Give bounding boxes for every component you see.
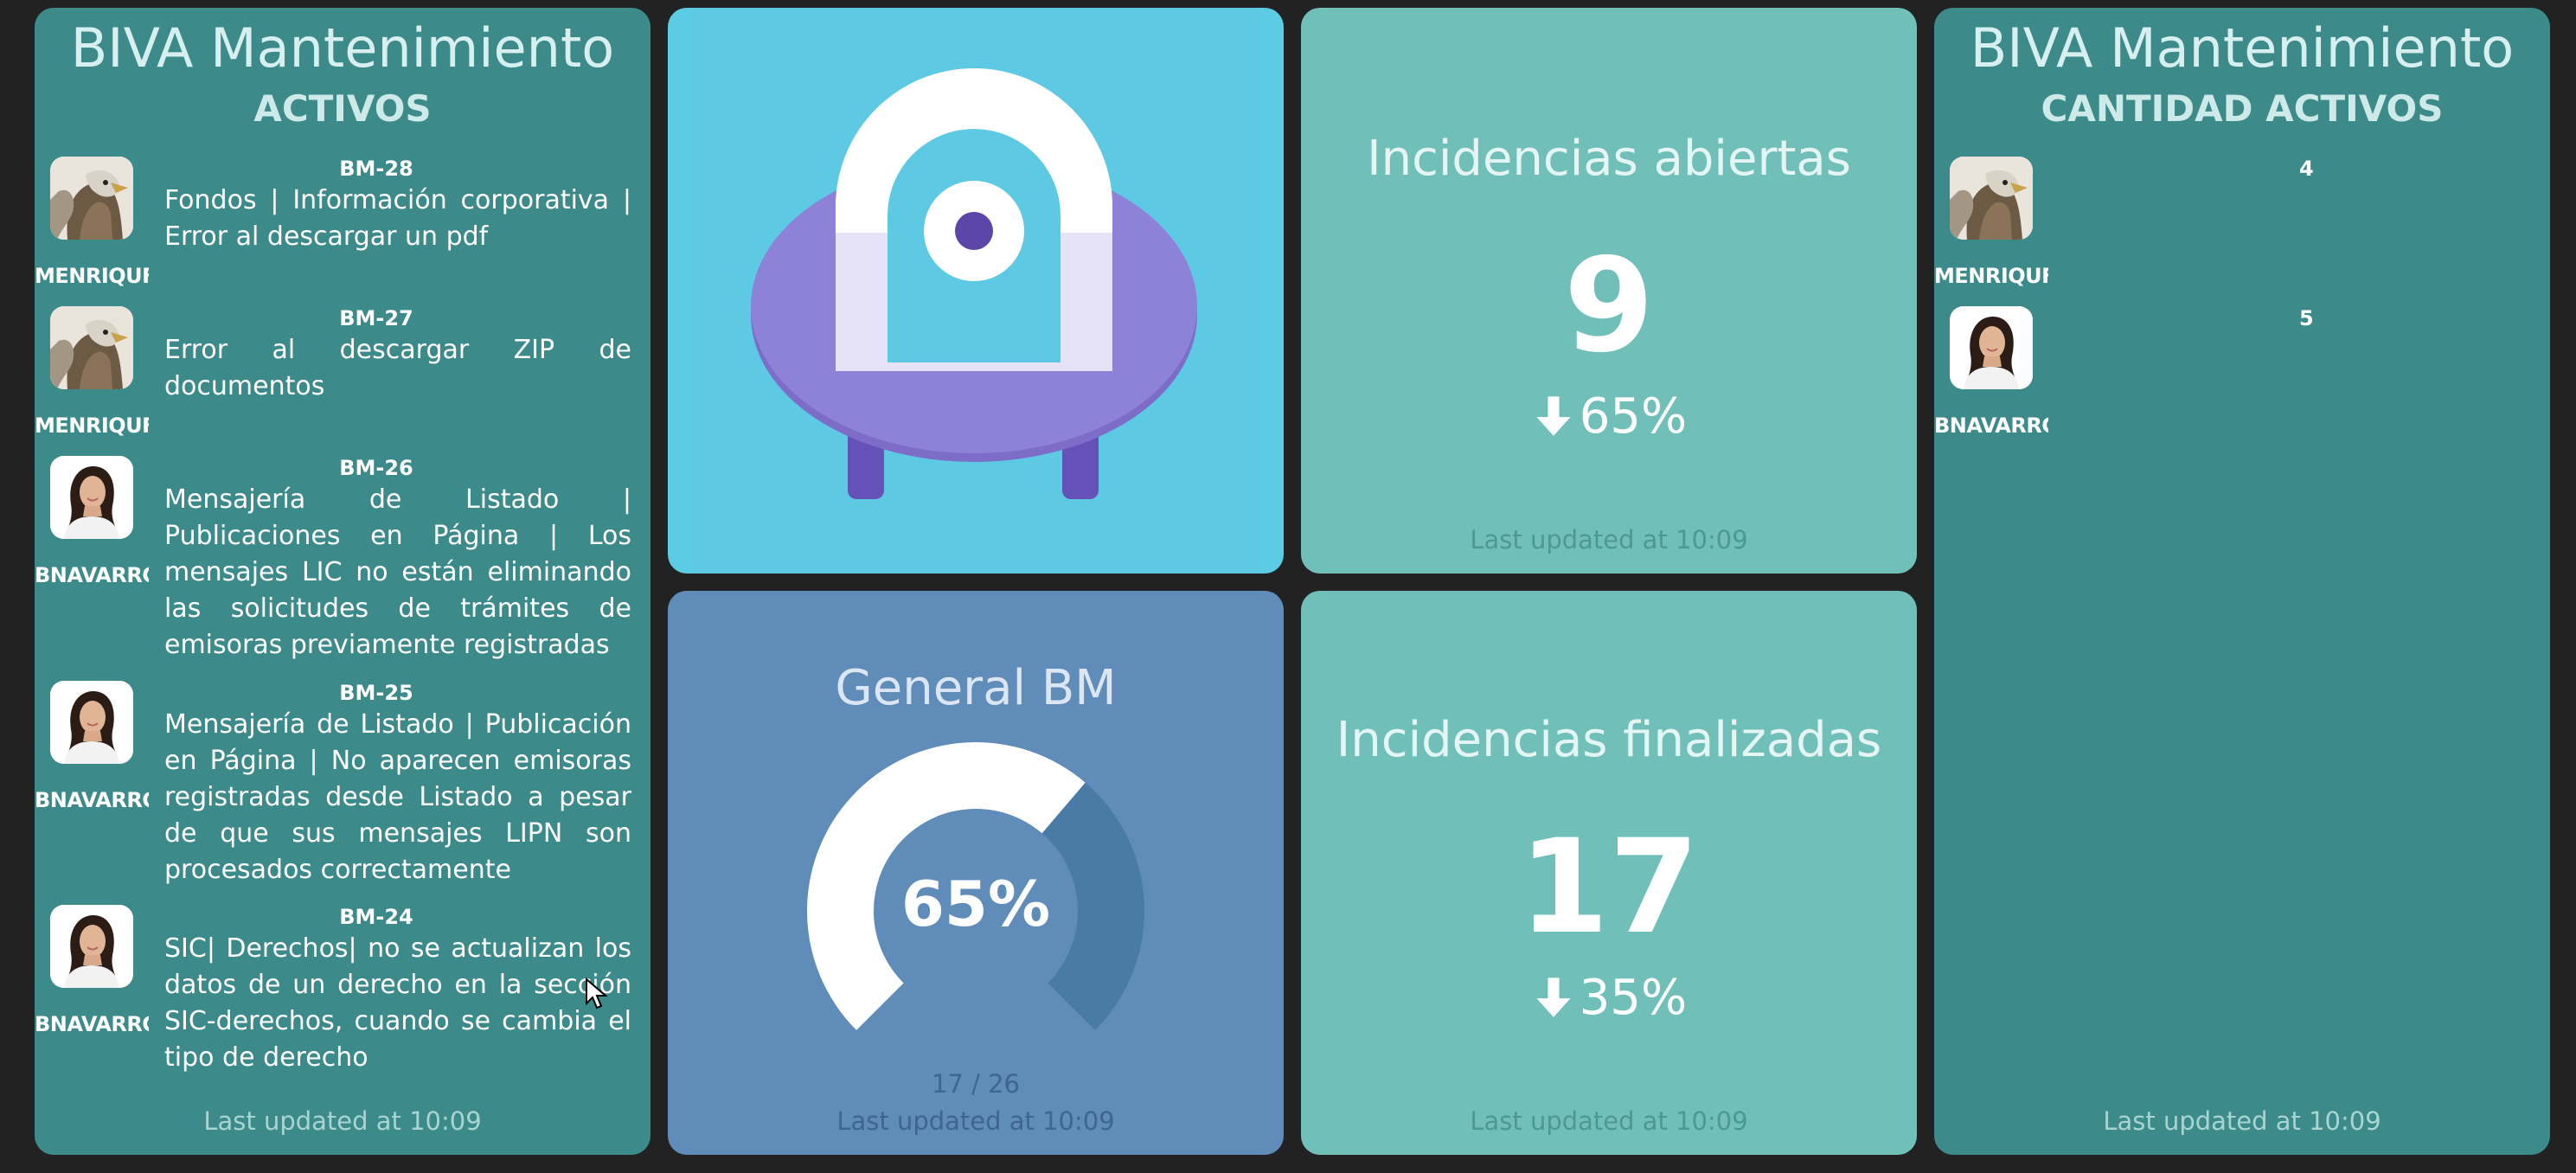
metric-title: Incidencias abiertas [1367, 131, 1851, 187]
list-item[interactable]: MENRIQUF BM-28 Fondos | Información corp… [35, 146, 650, 293]
list-item[interactable]: BNAVARRC 5 [1934, 296, 2550, 443]
ticket-code: BM-25 [339, 681, 413, 705]
active-count: 5 [2299, 306, 2314, 330]
gauge-count: 17 / 26 [931, 1069, 1020, 1099]
cantidad-activos-tile: BIVA Mantenimiento CANTIDAD ACTIVOS MENR… [1934, 8, 2550, 1155]
ticket-description: Fondos | Información corporativa | Error… [164, 185, 631, 252]
cantidad-title: BIVA Mantenimiento [1970, 16, 2515, 80]
assignee-name: BNAVARRC [35, 563, 149, 587]
ticket-code: BM-24 [339, 905, 413, 929]
logo-tile [668, 8, 1284, 574]
list-item[interactable]: MENRIQUF BM-27 Error al descargar ZIP de… [35, 296, 650, 443]
ticket-description: SIC| Derechos| no se actualizan los dato… [164, 933, 631, 1073]
metric-change: 35% [1301, 970, 1917, 1026]
list-item[interactable]: MENRIQUF 4 [1934, 146, 2550, 293]
ticket-description: Mensajería de Listado | Publicación en P… [164, 709, 631, 885]
list-item[interactable]: BNAVARRC BM-25 Mensajería de Listado | P… [35, 670, 650, 895]
last-updated: Last updated at 10:09 [836, 1106, 1115, 1136]
metric-title: Incidencias finalizadas [1336, 712, 1882, 768]
ticket-code: BM-26 [339, 456, 413, 480]
metric-change: 65% [1301, 388, 1917, 445]
last-updated: Last updated at 10:09 [2103, 1106, 2381, 1136]
last-updated: Last updated at 10:09 [203, 1106, 482, 1136]
assignee-name: MENRIQUF [35, 413, 149, 438]
assignee-name: MENRIQUF [1934, 264, 2048, 288]
change-percent: 65% [1579, 388, 1688, 445]
activos-title: BIVA Mantenimiento [70, 16, 615, 80]
ticket-description: Mensajería de Listado | Publicaciones en… [164, 484, 631, 660]
ticket-code: BM-28 [339, 157, 413, 181]
arrow-down-icon [1531, 393, 1576, 438]
incidencias-finalizadas-tile: Incidencias finalizadas 17 35% Last upda… [1301, 591, 1917, 1155]
general-bm-tile: General BM 65% 17 / 26 Last updated at 1… [668, 591, 1284, 1155]
assignee-name: MENRIQUF [35, 264, 149, 288]
metric-value: 17 [1518, 812, 1700, 963]
change-percent: 35% [1579, 970, 1688, 1026]
incidencias-abiertas-tile: Incidencias abiertas 9 65% Last updated … [1301, 8, 1917, 574]
assignee-name: BNAVARRC [1934, 413, 2048, 438]
activos-tile: BIVA Mantenimiento ACTIVOS MENRIQUF BM-2… [35, 8, 650, 1155]
ticket-code: BM-27 [339, 306, 413, 330]
woman-avatar [1950, 306, 2033, 389]
assignee-name: BNAVARRC [35, 1012, 149, 1036]
mouse-cursor-icon [586, 978, 608, 1010]
last-updated: Last updated at 10:09 [1470, 1106, 1748, 1136]
eagle-avatar [1950, 157, 2033, 240]
gauge-percent: 65% [900, 868, 1051, 940]
list-item[interactable]: BNAVARRC BM-26 Mensajería de Listado | P… [35, 445, 650, 670]
list-item[interactable]: BNAVARRC BM-24 SIC| Derechos| no se actu… [35, 894, 650, 1085]
arrow-down-icon [1531, 974, 1576, 1019]
assignee-name: BNAVARRC [35, 788, 149, 812]
cantidad-subtitle: CANTIDAD ACTIVOS [2041, 87, 2444, 130]
metric-value: 9 [1563, 231, 1655, 381]
last-updated: Last updated at 10:09 [1470, 525, 1748, 554]
ticket-description: Error al descargar ZIP de documentos [164, 335, 631, 401]
robot-logo-icon [692, 8, 1259, 574]
activos-subtitle: ACTIVOS [253, 87, 432, 130]
active-count: 4 [2299, 157, 2314, 181]
